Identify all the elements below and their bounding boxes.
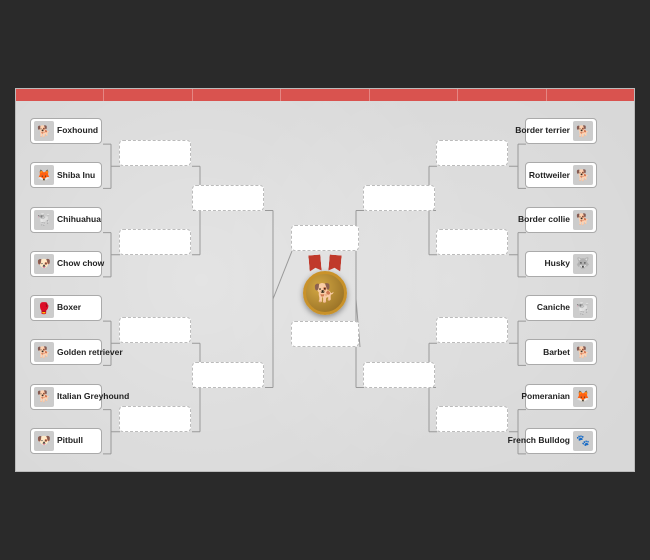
header-round2-right: [458, 89, 546, 101]
dog-name: Chow chow: [57, 259, 104, 268]
bracket-slot[interactable]: 🐩Chihuahua: [30, 207, 102, 233]
dog-name: Caniche: [537, 303, 570, 312]
bracket-slot[interactable]: [192, 362, 264, 388]
right-r3-col: [365, 105, 433, 467]
bracket-slot[interactable]: [436, 406, 508, 432]
dog-icon: 🐶: [34, 431, 54, 451]
header-round1-right: [547, 89, 634, 101]
dog-name: Pitbull: [57, 436, 83, 445]
bracket-slot[interactable]: 🦊Pomeranian: [525, 384, 597, 410]
right-r2-col: [433, 105, 511, 467]
left-r3-col: [194, 105, 262, 467]
bracket-slot[interactable]: 🐕Rottweiler: [525, 162, 597, 188]
dog-icon: 🐕: [34, 342, 54, 362]
dog-name: Border terrier: [515, 126, 570, 135]
bracket-slot[interactable]: [192, 185, 264, 211]
bracket-slot[interactable]: 🐩Caniche: [525, 295, 597, 321]
dog-name: Chihuahua: [57, 215, 101, 224]
dog-icon: 🐾: [573, 431, 593, 451]
bracket-slot[interactable]: [363, 362, 435, 388]
ribbon-right: [328, 255, 341, 272]
dog-name: Golden retriever: [57, 348, 123, 357]
dog-name: Husky: [544, 259, 570, 268]
dog-icon: 🐶: [34, 254, 54, 274]
bracket-slot[interactable]: 🐕Italian Greyhound: [30, 384, 102, 410]
dog-icon: 🐕: [573, 210, 593, 230]
bracket-slot[interactable]: 🐶Chow chow: [30, 251, 102, 277]
finals-slot-top[interactable]: [291, 225, 359, 251]
bracket-slot[interactable]: [436, 229, 508, 255]
medal-circle: 🐕: [303, 271, 347, 315]
left-r1-col: 🐕Foxhound🦊Shiba Inu🐩Chihuahua🐶Chow chow🥊…: [16, 105, 116, 467]
bracket-slot[interactable]: 🦊Shiba Inu: [30, 162, 102, 188]
bracket-slot[interactable]: 🐕Border terrier: [525, 118, 597, 144]
center-finals: 🐕: [285, 105, 365, 467]
bracket-slot[interactable]: [436, 317, 508, 343]
dog-icon: 🐕: [34, 387, 54, 407]
bracket-slot[interactable]: [363, 185, 435, 211]
bracket-slot[interactable]: 🐕Foxhound: [30, 118, 102, 144]
dog-icon: 🐩: [34, 210, 54, 230]
dog-icon: 🦊: [573, 387, 593, 407]
dog-icon: 🐕: [573, 165, 593, 185]
right-r1-col: 🐕Border terrier🐕Rottweiler🐕Border collie…: [511, 105, 611, 467]
dog-name: French Bulldog: [508, 436, 570, 445]
right-half: 🐕Border terrier🐕Rottweiler🐕Border collie…: [365, 105, 634, 467]
dog-icon: 🐕: [573, 121, 593, 141]
dog-name: Rottweiler: [529, 171, 570, 180]
bracket-slot[interactable]: [119, 317, 191, 343]
bracket-slot[interactable]: 🐺Husky: [525, 251, 597, 277]
bracket-slot[interactable]: [119, 140, 191, 166]
bracket-container: 🐕Foxhound🦊Shiba Inu🐩Chihuahua🐶Chow chow🥊…: [15, 88, 635, 472]
dog-name: Pomeranian: [521, 392, 570, 401]
header-round1-left: [16, 89, 104, 101]
ribbon-left: [308, 255, 321, 272]
dog-icon: 🐩: [573, 298, 593, 318]
left-r2-col: [116, 105, 194, 467]
bracket-slot[interactable]: 🐕Barbet: [525, 339, 597, 365]
dog-name: Italian Greyhound: [57, 392, 129, 401]
bracket-slot[interactable]: 🐕Golden retriever: [30, 339, 102, 365]
finals-slot-bottom[interactable]: [291, 321, 359, 347]
bracket-slot[interactable]: 🐾French Bulldog: [525, 428, 597, 454]
dog-name: Boxer: [57, 303, 81, 312]
bracket-slot[interactable]: [119, 406, 191, 432]
dog-name: Foxhound: [57, 126, 98, 135]
header-round3-left: [193, 89, 281, 101]
dog-icon: 🐺: [573, 254, 593, 274]
bracket-slot[interactable]: 🐕Border collie: [525, 207, 597, 233]
header-row: [16, 89, 634, 101]
header-finals: [281, 89, 369, 101]
dog-name: Border collie: [518, 215, 570, 224]
bracket-slot[interactable]: 🥊Boxer: [30, 295, 102, 321]
dog-name: Barbet: [543, 348, 570, 357]
dog-icon: 🥊: [34, 298, 54, 318]
dog-icon: 🐕: [34, 121, 54, 141]
dog-icon: 🦊: [34, 165, 54, 185]
medal: 🐕: [303, 257, 347, 315]
bracket-slot[interactable]: [436, 140, 508, 166]
header-round3-right: [370, 89, 458, 101]
header-round2-left: [104, 89, 192, 101]
dog-name: Shiba Inu: [57, 171, 95, 180]
bracket-slot[interactable]: [119, 229, 191, 255]
dog-icon: 🐕: [573, 342, 593, 362]
bracket-slot[interactable]: 🐶Pitbull: [30, 428, 102, 454]
left-half: 🐕Foxhound🦊Shiba Inu🐩Chihuahua🐶Chow chow🥊…: [16, 105, 285, 467]
bracket-body: 🐕Foxhound🦊Shiba Inu🐩Chihuahua🐶Chow chow🥊…: [16, 101, 634, 471]
